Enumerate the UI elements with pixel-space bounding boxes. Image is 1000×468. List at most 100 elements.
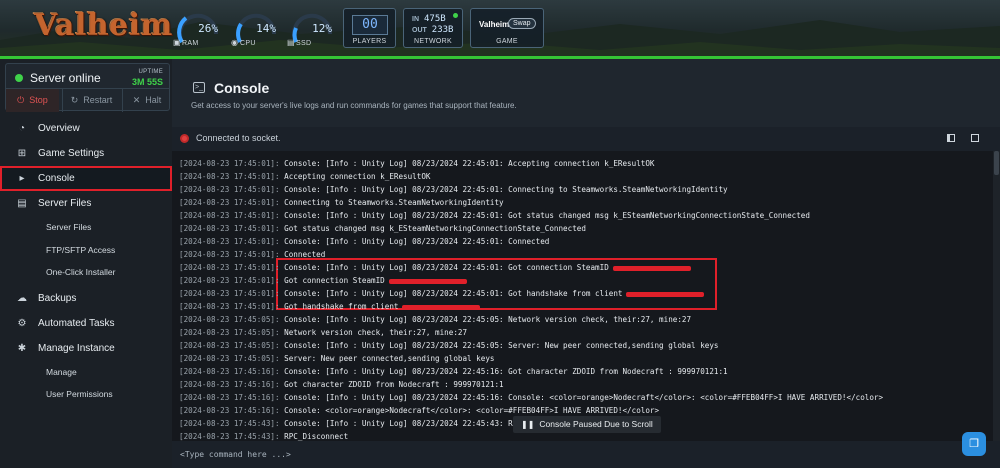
server-controls: ⏻ Stop ↻ Restart ✕ Halt	[6, 88, 171, 112]
log-line: [2024-08-23 17:45:01]: Got status change…	[179, 222, 586, 235]
ssd-value: 12%	[312, 22, 332, 35]
console-paused-toast[interactable]: ❚❚ Console Paused Due to Scroll	[513, 416, 661, 433]
log-text: Console: [Info : Unity Log] 08/23/2024 2…	[279, 289, 623, 298]
log-text: Connected	[279, 250, 326, 259]
chat-icon: ❐	[969, 438, 979, 450]
log-text: Console: [Info : Unity Log] 08/23/2024 2…	[279, 211, 810, 220]
log-text: Got status changed msg k_ESteamNetworkin…	[279, 224, 586, 233]
log-text: Console: [Info : Unity Log] 08/23/2024 2…	[279, 367, 728, 376]
scrollbar-thumb[interactable]	[994, 151, 999, 175]
maximize-icon[interactable]	[971, 134, 979, 142]
console-log[interactable]: [2024-08-23 17:45:01]: Console: [Info : …	[172, 151, 993, 441]
log-timestamp: [2024-08-23 17:45:05]:	[179, 354, 280, 363]
valheim-logo: Valheim	[34, 8, 173, 43]
log-line: [2024-08-23 17:45:16]: Console: [Info : …	[179, 365, 728, 378]
players-panel: 00 PLAYERS	[343, 8, 396, 48]
panel-toggle-icon[interactable]	[947, 134, 955, 142]
terminal-icon: >_	[193, 82, 205, 93]
log-timestamp: [2024-08-23 17:45:01]:	[179, 198, 280, 207]
cpu-icon: ◉	[231, 38, 238, 47]
log-text: Server: New peer connected,sending globa…	[279, 354, 495, 363]
socket-status-bar: Connected to socket.	[172, 127, 1000, 149]
log-text: Console: [Info : Unity Log] 08/23/2024 2…	[279, 393, 884, 402]
tasks-icon: ⚙	[17, 317, 27, 329]
log-timestamp: [2024-08-23 17:45:01]:	[179, 302, 280, 311]
online-status-dot	[15, 74, 23, 82]
page-title: Console	[214, 80, 270, 96]
sidebar-item-server-files[interactable]: ▤ Server Files	[0, 191, 172, 216]
help-chat-button[interactable]: ❐	[962, 432, 986, 456]
sidebar-item-manage-instance[interactable]: ✱ Manage Instance	[0, 336, 172, 361]
log-timestamp: [2024-08-23 17:45:05]:	[179, 341, 280, 350]
uptime-label: UPTIME	[138, 69, 163, 75]
log-line: [2024-08-23 17:45:01]: Got connection St…	[179, 274, 467, 287]
log-timestamp: [2024-08-23 17:45:16]:	[179, 406, 280, 415]
ssd-label: SSD	[296, 40, 312, 47]
page-subtitle: Get access to your server's live logs an…	[191, 101, 517, 110]
socket-status-text: Connected to socket.	[196, 133, 281, 143]
refresh-icon: ↻	[70, 95, 79, 105]
top-header: Valheim 26% ▣ RAM 14% ◉ CPU 12% ▤ SSD 00…	[0, 0, 1000, 56]
log-timestamp: [2024-08-23 17:45:01]:	[179, 263, 280, 272]
log-text: Console: [Info : Unity Log] 08/23/2024 2…	[279, 159, 655, 168]
cpu-gauge: 14% ◉ CPU	[230, 8, 282, 52]
log-text: Console: [Info : Unity Log] 08/23/2024 2…	[279, 263, 609, 272]
chip-icon: ▣	[173, 38, 181, 47]
log-timestamp: [2024-08-23 17:45:01]:	[179, 250, 280, 259]
sidebar-item-overview[interactable]: ◔ Overview	[0, 116, 172, 141]
log-text: Console: [Info : Unity Log] 08/23/2024 2…	[279, 315, 692, 324]
log-line: [2024-08-23 17:45:01]: Console: [Info : …	[179, 157, 654, 170]
log-line: [2024-08-23 17:45:43]: RPC_Disconnect	[179, 430, 348, 441]
log-timestamp: [2024-08-23 17:45:01]:	[179, 237, 280, 246]
log-text: Console: <color=orange>Nodecraft</color>…	[279, 406, 660, 415]
pause-icon: ❚❚	[521, 420, 535, 429]
sidebar-subitem-one-click-installer[interactable]: One-Click Installer	[0, 261, 172, 284]
sidebar-item-console[interactable]: ▸ Console	[0, 166, 172, 191]
log-timestamp: [2024-08-23 17:45:16]:	[179, 393, 280, 402]
command-input[interactable]	[172, 445, 1000, 463]
log-line: [2024-08-23 17:45:01]: Console: [Info : …	[179, 183, 728, 196]
log-timestamp: [2024-08-23 17:45:16]:	[179, 367, 280, 376]
halt-button[interactable]: ✕ Halt	[122, 89, 171, 112]
sidebar-item-automated-tasks[interactable]: ⚙ Automated Tasks	[0, 311, 172, 336]
log-timestamp: [2024-08-23 17:45:01]:	[179, 159, 280, 168]
log-text: Got character ZDOID from Nodecraft : 999…	[279, 380, 504, 389]
log-text: Got connection SteamID	[279, 276, 385, 285]
log-timestamp: [2024-08-23 17:45:01]:	[179, 185, 280, 194]
uptime-value: 3M 55S	[131, 77, 163, 87]
log-line: [2024-08-23 17:45:01]: Got handshake fro…	[179, 300, 481, 313]
close-icon: ✕	[132, 95, 141, 105]
sidebar-subitem-ftp-access[interactable]: FTP/SFTP Access	[0, 239, 172, 262]
log-text: Got handshake from client	[279, 302, 399, 311]
log-line: [2024-08-23 17:45:05]: Server: New peer …	[179, 352, 494, 365]
log-text: Console: [Info : Unity Log] 08/23/2024 2…	[279, 341, 719, 350]
log-line: [2024-08-23 17:45:16]: Got character ZDO…	[179, 378, 504, 391]
page-header: >_ Console Get access to your server's l…	[172, 59, 1000, 127]
ram-label: RAM	[182, 40, 199, 47]
disk-icon: ▤	[287, 38, 295, 47]
console-scrollbar[interactable]	[993, 151, 1000, 441]
socket-status-icon	[180, 134, 189, 143]
sidebar-subitem-server-files[interactable]: Server Files	[0, 216, 172, 239]
stop-button[interactable]: ⏻ Stop	[6, 89, 59, 112]
log-timestamp: [2024-08-23 17:45:05]:	[179, 315, 280, 324]
log-line: [2024-08-23 17:45:05]: Console: [Info : …	[179, 313, 691, 326]
restart-button[interactable]: ↻ Restart	[62, 89, 120, 112]
swap-game-button[interactable]: Swap	[508, 18, 536, 29]
log-line: [2024-08-23 17:45:01]: Connecting to Ste…	[179, 196, 504, 209]
log-timestamp: [2024-08-23 17:45:01]:	[179, 289, 280, 298]
sidebar-subitem-user-permissions[interactable]: User Permissions	[0, 383, 172, 406]
main-content: >_ Console Get access to your server's l…	[172, 59, 1000, 468]
redaction-mark	[626, 291, 705, 297]
game-label: GAME	[496, 38, 518, 45]
sidebar-item-backups[interactable]: ☁ Backups	[0, 286, 172, 311]
log-text: Connecting to Steamworks.SteamNetworking…	[279, 198, 504, 207]
players-label: PLAYERS	[352, 38, 387, 45]
sidebar-subitem-manage[interactable]: Manage	[0, 361, 172, 384]
sidebar-item-game-settings[interactable]: ⊞ Game Settings	[0, 141, 172, 166]
network-out: OUT 233B	[412, 25, 454, 35]
log-text: Accepting connection k_EResultOK	[279, 172, 431, 181]
redaction-mark	[402, 304, 481, 310]
log-text: Console: [Info : Unity Log] 08/23/2024 2…	[279, 237, 550, 246]
game-panel: Valheim Swap GAME	[470, 8, 544, 48]
